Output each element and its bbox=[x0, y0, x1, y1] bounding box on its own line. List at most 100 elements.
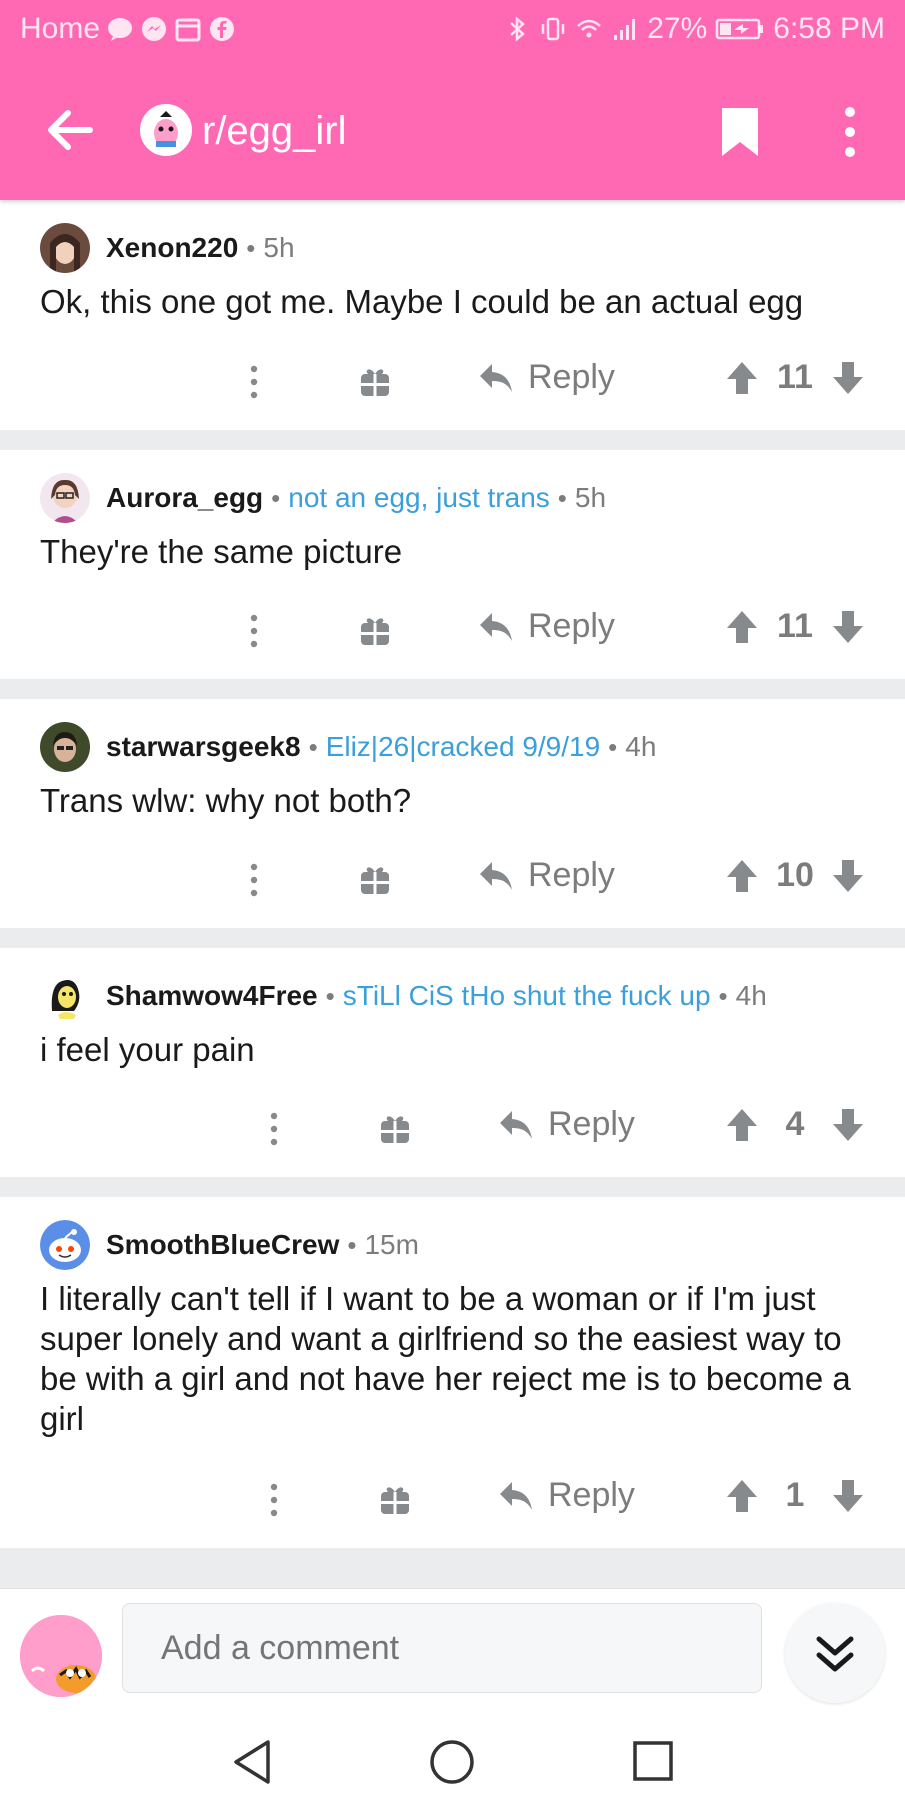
system-navigation-bar bbox=[0, 1718, 905, 1810]
comment-divider bbox=[0, 928, 905, 948]
vote-score: 11 bbox=[777, 607, 813, 645]
bluetooth-icon bbox=[510, 16, 526, 42]
more-vertical-icon[interactable] bbox=[244, 613, 264, 649]
vote-controls: 11 bbox=[725, 607, 865, 646]
avatar[interactable] bbox=[40, 722, 90, 772]
avatar[interactable] bbox=[40, 223, 90, 273]
vote-score: 1 bbox=[785, 1476, 805, 1514]
reply-label: Reply bbox=[528, 358, 615, 396]
reply-arrow-icon bbox=[500, 1110, 532, 1139]
comment-age: 4h bbox=[625, 731, 657, 762]
vibrate-icon bbox=[541, 17, 565, 41]
reply-label: Reply bbox=[548, 1476, 635, 1514]
comment-card: SmoothBlueCrew • 15m I literally can't t… bbox=[0, 1197, 905, 1548]
reply-button[interactable]: Reply bbox=[498, 1476, 635, 1515]
gift-icon[interactable] bbox=[358, 862, 392, 896]
nav-back-icon[interactable] bbox=[230, 1738, 274, 1786]
wifi-icon bbox=[577, 19, 602, 38]
vote-controls: 11 bbox=[725, 358, 865, 397]
comment-card: Shamwow4Free • sTiLl CiS tHo shut the fu… bbox=[0, 948, 905, 1177]
upvote-arrow-icon[interactable] bbox=[725, 360, 759, 396]
status-home-label: Home bbox=[20, 12, 101, 45]
comment-divider bbox=[0, 430, 905, 450]
comment-author[interactable]: Shamwow4Free bbox=[106, 980, 318, 1012]
comment-actions: Reply 4 bbox=[0, 1099, 905, 1159]
comment-body: I literally can't tell if I want to be a… bbox=[40, 1280, 851, 1437]
reply-arrow-icon bbox=[500, 1481, 532, 1510]
vote-score: 10 bbox=[776, 856, 814, 894]
user-flair: sTiLl CiS tHo shut the fuck up bbox=[342, 980, 711, 1011]
user-flair: not an egg, just trans bbox=[288, 482, 550, 513]
more-vertical-icon[interactable] bbox=[244, 364, 264, 400]
arrow-left-icon[interactable] bbox=[40, 100, 100, 160]
downvote-arrow-icon[interactable] bbox=[831, 1478, 865, 1514]
toolbar: r/egg_irl bbox=[0, 60, 905, 200]
meta-separator: • bbox=[246, 232, 256, 263]
comment-author[interactable]: Aurora_egg bbox=[106, 482, 263, 514]
reply-arrow-icon bbox=[480, 363, 512, 392]
gift-icon[interactable] bbox=[378, 1111, 412, 1145]
user-flair: Eliz|26|cracked 9/9/19 bbox=[325, 731, 601, 762]
reply-label: Reply bbox=[528, 607, 615, 645]
downvote-arrow-icon[interactable] bbox=[831, 858, 865, 894]
reply-arrow-icon bbox=[480, 861, 512, 890]
downvote-arrow-icon[interactable] bbox=[831, 609, 865, 645]
messenger-notification-icon bbox=[108, 18, 133, 41]
comment-body: i feel your pain bbox=[40, 1031, 255, 1068]
nav-home-icon[interactable] bbox=[428, 1738, 476, 1786]
gift-icon[interactable] bbox=[358, 364, 392, 398]
avatar[interactable] bbox=[40, 473, 90, 523]
gift-icon[interactable] bbox=[358, 613, 392, 647]
more-vertical-icon[interactable] bbox=[264, 1111, 284, 1147]
comment-age: 4h bbox=[735, 980, 767, 1011]
messenger-icon bbox=[142, 17, 167, 41]
gift-icon[interactable] bbox=[378, 1482, 412, 1516]
comment-body: Ok, this one got me. Maybe I could be an… bbox=[40, 283, 804, 320]
comment-divider bbox=[0, 1177, 905, 1197]
comment-actions: Reply 1 bbox=[0, 1470, 905, 1530]
comment-age: 5h bbox=[574, 482, 607, 513]
upvote-arrow-icon[interactable] bbox=[725, 1107, 759, 1143]
comment-body: Trans wlw: why not both? bbox=[40, 782, 412, 819]
avatar[interactable] bbox=[40, 1220, 90, 1270]
reply-button[interactable]: Reply bbox=[478, 358, 615, 397]
vote-controls: 10 bbox=[725, 856, 865, 895]
nav-recents-icon[interactable] bbox=[632, 1740, 674, 1782]
reply-button[interactable]: Reply bbox=[478, 856, 615, 895]
comment-body: They're the same picture bbox=[40, 533, 403, 570]
vote-controls: 1 bbox=[725, 1476, 865, 1515]
comment-divider bbox=[0, 679, 905, 699]
reply-button[interactable]: Reply bbox=[478, 607, 615, 646]
signal-icon bbox=[614, 19, 636, 40]
reply-label: Reply bbox=[528, 856, 615, 894]
meta-separator: • bbox=[718, 980, 728, 1011]
battery-icon bbox=[716, 18, 764, 40]
upvote-arrow-icon[interactable] bbox=[725, 1478, 759, 1514]
upvote-arrow-icon[interactable] bbox=[725, 858, 759, 894]
reply-label: Reply bbox=[548, 1105, 635, 1143]
egg-mascot-icon bbox=[144, 108, 188, 152]
subreddit-avatar[interactable] bbox=[140, 104, 192, 156]
avatar[interactable] bbox=[40, 971, 90, 1021]
meta-separator: • bbox=[308, 731, 318, 762]
double-chevron-down-icon bbox=[816, 1636, 854, 1672]
downvote-arrow-icon[interactable] bbox=[831, 1107, 865, 1143]
comment-input[interactable] bbox=[122, 1603, 762, 1693]
battery-percent: 27% bbox=[647, 12, 708, 45]
comment-author[interactable]: SmoothBlueCrew bbox=[106, 1229, 339, 1261]
facebook-icon bbox=[210, 17, 235, 41]
bookmark-icon[interactable] bbox=[716, 104, 764, 160]
comment-author[interactable]: Xenon220 bbox=[106, 232, 238, 264]
reply-button[interactable]: Reply bbox=[498, 1105, 635, 1144]
subreddit-title[interactable]: r/egg_irl bbox=[202, 104, 347, 158]
avatar[interactable] bbox=[20, 1615, 102, 1697]
upvote-arrow-icon[interactable] bbox=[725, 609, 759, 645]
more-vertical-icon[interactable] bbox=[832, 104, 868, 160]
more-vertical-icon[interactable] bbox=[264, 1482, 284, 1518]
comment-author[interactable]: starwarsgeek8 bbox=[106, 731, 301, 763]
downvote-arrow-icon[interactable] bbox=[831, 360, 865, 396]
more-vertical-icon[interactable] bbox=[244, 862, 264, 898]
comment-divider bbox=[0, 1548, 905, 1588]
jump-to-next-button[interactable] bbox=[785, 1603, 885, 1703]
vote-score: 11 bbox=[777, 358, 813, 396]
